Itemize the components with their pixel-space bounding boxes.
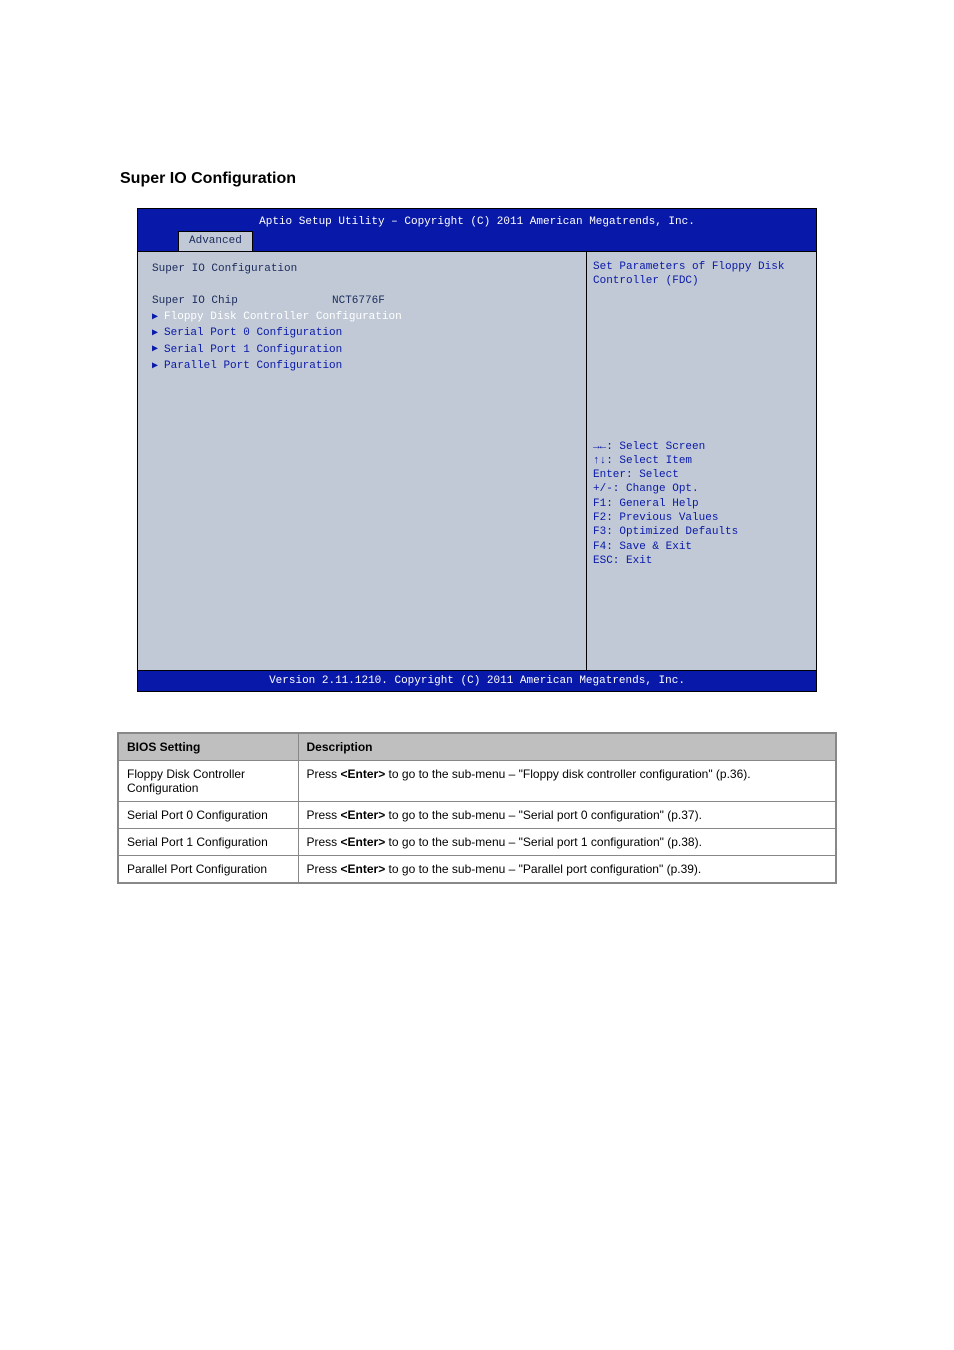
cell-setting: Floppy Disk Controller Configuration	[118, 760, 298, 801]
submenu-label: Parallel Port Configuration	[164, 359, 342, 373]
table-row: Parallel Port Configuration Press <Enter…	[118, 855, 836, 883]
table-row: Floppy Disk Controller Configuration Pre…	[118, 760, 836, 801]
key-hint: F2: Previous Values	[593, 511, 810, 525]
cell-desc: Press <Enter> to go to the sub-menu – "S…	[298, 801, 836, 828]
side-help-text: Set Parameters of Floppy Disk Controller…	[593, 260, 810, 440]
submenu-arrow-icon: ▶	[152, 360, 158, 373]
side-keys: →←: Select Screen ↑↓: Select Item Enter:…	[593, 440, 810, 662]
submenu-arrow-icon: ▶	[152, 343, 158, 356]
submenu-arrow-icon: ▶	[152, 327, 158, 340]
th-setting: BIOS Setting	[118, 733, 298, 761]
cell-setting: Parallel Port Configuration	[118, 855, 298, 883]
bios-tabs: Advanced	[138, 231, 816, 250]
cell-setting: Serial Port 1 Configuration	[118, 828, 298, 855]
bios-window: Aptio Setup Utility – Copyright (C) 2011…	[137, 208, 817, 692]
submenu-label: Serial Port 1 Configuration	[164, 343, 342, 357]
submenu-parallel[interactable]: ▶ Parallel Port Configuration	[152, 359, 572, 373]
main-title: Super IO Configuration	[152, 262, 572, 276]
submenu-serial1[interactable]: ▶ Serial Port 1 Configuration	[152, 343, 572, 357]
cell-desc: Press <Enter> to go to the sub-menu – "S…	[298, 828, 836, 855]
submenu-floppy[interactable]: ▶ Floppy Disk Controller Configuration	[152, 310, 572, 324]
bios-header-title: Aptio Setup Utility – Copyright (C) 2011…	[138, 213, 816, 231]
cell-desc: Press <Enter> to go to the sub-menu – "P…	[298, 855, 836, 883]
page-section-title: Super IO Configuration	[120, 170, 954, 188]
table-row: Serial Port 0 Configuration Press <Enter…	[118, 801, 836, 828]
chip-row: Super IO Chip NCT6776F	[152, 294, 572, 308]
key-hint: ESC: Exit	[593, 554, 810, 568]
submenu-serial0[interactable]: ▶ Serial Port 0 Configuration	[152, 326, 572, 340]
key-hint: F1: General Help	[593, 497, 810, 511]
key-hint: Enter: Select	[593, 468, 810, 482]
bios-main-panel: Super IO Configuration Super IO Chip NCT…	[138, 252, 586, 670]
doc-table: BIOS Setting Description Floppy Disk Con…	[117, 732, 837, 884]
key-hint: F4: Save & Exit	[593, 540, 810, 554]
bios-footer: Version 2.11.1210. Copyright (C) 2011 Am…	[138, 671, 816, 691]
key-hint: ↑↓: Select Item	[593, 454, 810, 468]
key-hint: →←: Select Screen	[593, 440, 810, 454]
cell-setting: Serial Port 0 Configuration	[118, 801, 298, 828]
th-desc: Description	[298, 733, 836, 761]
submenu-arrow-icon: ▶	[152, 311, 158, 324]
tab-advanced[interactable]: Advanced	[178, 231, 253, 250]
submenu-label: Floppy Disk Controller Configuration	[164, 310, 402, 324]
table-header-row: BIOS Setting Description	[118, 733, 836, 761]
chip-label: Super IO Chip	[152, 294, 332, 308]
bios-side-panel: Set Parameters of Floppy Disk Controller…	[586, 252, 816, 670]
submenu-label: Serial Port 0 Configuration	[164, 326, 342, 340]
bios-header: Aptio Setup Utility – Copyright (C) 2011…	[138, 209, 816, 251]
cell-desc: Press <Enter> to go to the sub-menu – "F…	[298, 760, 836, 801]
key-hint: +/-: Change Opt.	[593, 482, 810, 496]
key-hint: F3: Optimized Defaults	[593, 525, 810, 539]
bios-body: Super IO Configuration Super IO Chip NCT…	[138, 251, 816, 671]
table-row: Serial Port 1 Configuration Press <Enter…	[118, 828, 836, 855]
chip-value: NCT6776F	[332, 294, 385, 308]
